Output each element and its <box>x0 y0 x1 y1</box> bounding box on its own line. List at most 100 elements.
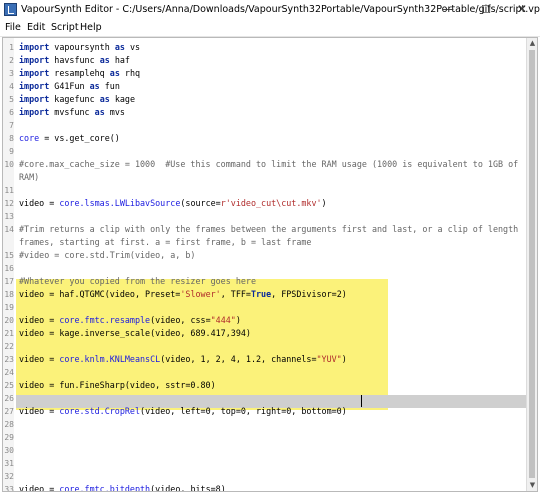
code-token: haf <box>109 55 130 65</box>
menu-help[interactable]: Help <box>80 22 102 33</box>
code-token: vs <box>124 42 141 52</box>
code-token: import <box>19 68 50 78</box>
text-cursor <box>361 395 362 407</box>
code-token: = vs.get_core() <box>39 133 120 143</box>
code-token: #video = core.std.Trim(video, a, b) <box>19 250 196 260</box>
code-token: as <box>99 94 110 104</box>
code-text: video = core.fmtc.bitdepth(video, bits=8… <box>19 483 226 492</box>
line-number: 13 <box>4 212 14 221</box>
code-token: mvsfunc <box>49 107 95 117</box>
code-token: video = <box>19 406 60 416</box>
code-token: 'Slower' <box>180 289 221 299</box>
code-editor[interactable]: 1 import vapoursynth as vs 2 import havsfun… <box>2 37 538 492</box>
code-token: ) <box>235 315 241 325</box>
maximize-button[interactable]: ☐ <box>468 0 504 20</box>
code-token: core.fmtc.resample <box>59 315 151 325</box>
code-token: havsfunc <box>49 55 100 65</box>
code-text: #core.max_cache_size = 1000 #Use this co… <box>19 158 518 171</box>
code-token: (video, 1, 2, 4, 1.2, channels= <box>160 354 317 364</box>
vapoursynth-app-icon <box>4 3 17 16</box>
code-token: video = kage.inverse_scale(video, 689.41… <box>19 328 251 338</box>
code-token: #core.max_cache_size = 1000 #Use this co… <box>19 159 519 169</box>
line-number: 22 <box>4 342 14 351</box>
code-text: import mvsfunc as mvs <box>19 106 125 119</box>
code-token: resamplehq <box>49 68 110 78</box>
code-token: video = fun.FineSharp(video, sstr=0.80) <box>19 380 216 390</box>
line-number: 12 <box>4 199 14 208</box>
menu-script[interactable]: Script <box>51 22 79 33</box>
code-token: mvs <box>104 107 125 117</box>
code-token: import <box>19 81 50 91</box>
code-token: video = <box>19 484 60 492</box>
code-token: video = <box>19 354 60 364</box>
line-number: 7 <box>9 121 14 130</box>
code-token: , TFF= <box>220 289 251 299</box>
line-number: 25 <box>4 381 14 390</box>
line-number: 21 <box>4 329 14 338</box>
close-button[interactable]: ✕ <box>504 0 540 20</box>
code-token: RAM) <box>19 172 40 182</box>
code-text: #video = core.std.Trim(video, a, b) <box>19 249 195 262</box>
line-number: 10 <box>4 160 14 169</box>
code-token: video = <box>19 315 60 325</box>
scroll-up-icon[interactable]: ▲ <box>527 38 537 49</box>
line-number: 32 <box>4 472 14 481</box>
line-number: 28 <box>4 420 14 429</box>
code-token: import <box>19 42 50 52</box>
code-text: core = vs.get_core() <box>19 132 120 145</box>
code-token: import <box>19 55 50 65</box>
line-number: 33 <box>4 485 14 492</box>
line-number: 5 <box>9 95 14 104</box>
code-token: ) <box>341 354 347 364</box>
code-token: core.lsmas.LWLibavSource <box>59 198 181 208</box>
line-number: 8 <box>9 134 14 143</box>
code-token: G41Fun <box>49 81 90 91</box>
line-number: 29 <box>4 433 14 442</box>
code-text: import havsfunc as haf <box>19 54 130 67</box>
code-token: core.knlm.KNLMeansCL <box>59 354 161 364</box>
line-number: 20 <box>4 316 14 325</box>
code-token: r'video_cut\cut.mkv' <box>220 198 322 208</box>
menu-bar: File Edit Script Help <box>0 20 540 37</box>
code-token: core.fmtc.bitdepth <box>59 484 151 492</box>
code-token: video = haf.QTGMC(video, Preset= <box>19 289 181 299</box>
code-token: (video, left=0, top=0, right=0, bottom=0… <box>140 406 347 416</box>
code-token: as <box>89 81 100 91</box>
code-token: , FPSDivisor=2) <box>271 289 347 299</box>
line-number: 31 <box>4 459 14 468</box>
line-number: 11 <box>4 186 14 195</box>
code-token: True <box>250 289 272 299</box>
code-token: (video, css= <box>150 315 211 325</box>
line-number: 23 <box>4 355 14 364</box>
minimize-button[interactable]: — <box>430 0 466 20</box>
line-number: 9 <box>9 147 14 156</box>
line-number: 14 <box>4 225 14 234</box>
code-text: video = core.fmtc.resample(video, css="4… <box>19 314 241 327</box>
code-text: import kagefunc as kage <box>19 93 135 106</box>
code-token: core.std.CropRel <box>59 406 141 416</box>
code-text: import resamplehq as rhq <box>19 67 140 80</box>
code-token: #Trim returns a clip with only the frame… <box>19 224 519 234</box>
code-text: video = kage.inverse_scale(video, 689.41… <box>19 327 251 340</box>
menu-edit[interactable]: Edit <box>27 22 45 33</box>
line-number: 2 <box>9 56 14 65</box>
code-text: video = fun.FineSharp(video, sstr=0.80) <box>19 379 216 392</box>
code-text: frames, starting at first. a = first fra… <box>19 236 311 249</box>
code-token: as <box>99 55 110 65</box>
scrollbar-thumb[interactable] <box>529 50 535 478</box>
line-number: 4 <box>9 82 14 91</box>
code-text: import G41Fun as fun <box>19 80 120 93</box>
line-number: 26 <box>4 394 14 403</box>
vertical-scrollbar[interactable]: ▲ ▼ <box>526 38 537 491</box>
code-token: video = <box>19 198 60 208</box>
code-token: rhq <box>119 68 141 78</box>
line-number: 3 <box>9 69 14 78</box>
line-number: 24 <box>4 368 14 377</box>
scroll-down-icon[interactable]: ▼ <box>527 480 537 491</box>
code-text: video = core.std.CropRel(video, left=0, … <box>19 405 347 418</box>
line-number: 19 <box>4 303 14 312</box>
code-token: fun <box>99 81 120 91</box>
code-token: (video, bits=8) <box>150 484 226 492</box>
menu-file[interactable]: File <box>5 22 21 33</box>
code-token: #Whatever you copied from the resizer go… <box>19 276 256 286</box>
